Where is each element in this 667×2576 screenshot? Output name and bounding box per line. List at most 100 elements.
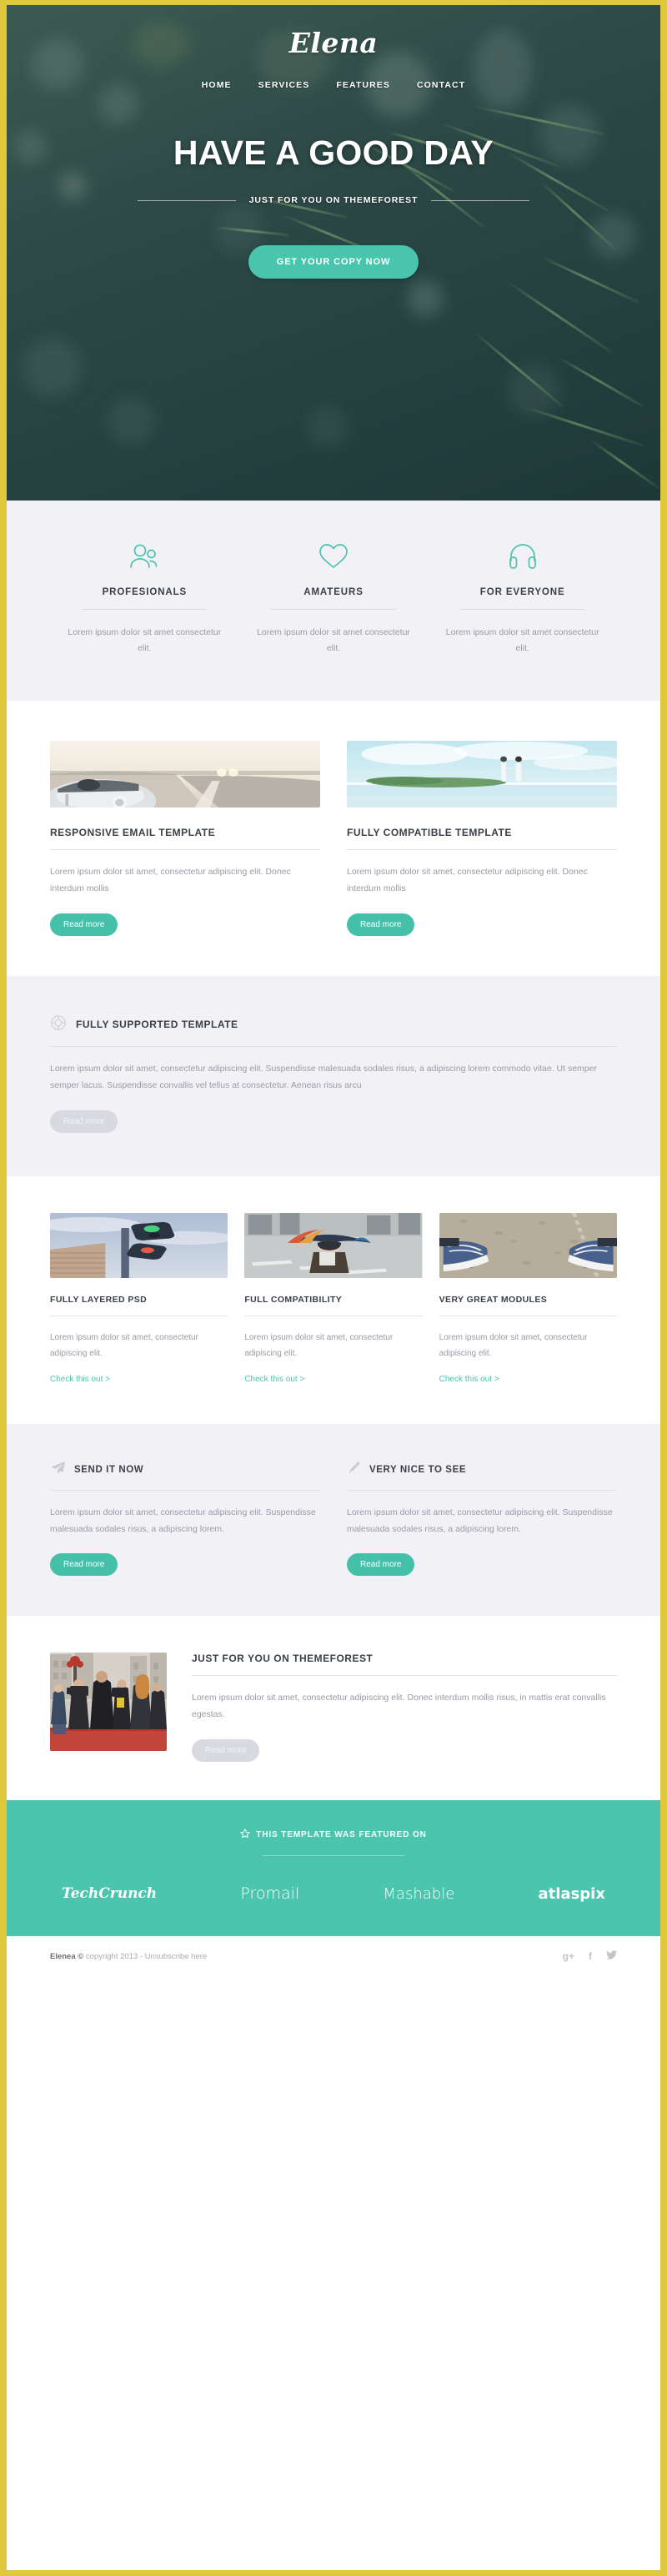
classic-car-on-road-photo	[50, 740, 320, 808]
email-template-page: Elena HOME SERVICES FEATURES CONTACT HAV…	[0, 0, 667, 2576]
feature-column-amateurs: AMATEURS Lorem ipsum dolor sit amet cons…	[239, 537, 429, 657]
three-card-section: FULLY LAYERED PSD Lorem ipsum dolor sit …	[7, 1175, 660, 1424]
divider	[50, 848, 320, 850]
nav-item-home[interactable]: HOME	[202, 80, 232, 90]
card-responsive-email-template: RESPONSIVE EMAIL TEMPLATE Lorem ipsum do…	[50, 740, 320, 936]
fully-supported-section: FULLY SUPPORTED TEMPLATE Lorem ipsum dol…	[7, 975, 660, 1176]
divider	[50, 1489, 320, 1491]
read-more-button[interactable]: Read more	[347, 913, 415, 936]
logo-mashable: Mashable	[383, 1884, 455, 1903]
read-more-button[interactable]: Read more	[50, 1109, 118, 1133]
check-this-out-link[interactable]: Check this out >	[439, 1375, 499, 1384]
icon-two-column-section: SEND IT NOW Lorem ipsum dolor sit amet, …	[7, 1423, 660, 1617]
heart-icon	[249, 537, 419, 576]
feature-body: Lorem ipsum dolor sit amet consectetur e…	[257, 627, 410, 654]
hero-section: Elena HOME SERVICES FEATURES CONTACT HAV…	[7, 5, 660, 501]
band-body: Lorem ipsum dolor sit amet, consectetur …	[50, 1063, 597, 1090]
users-icon	[60, 537, 229, 576]
read-more-button[interactable]: Read more	[50, 1553, 118, 1577]
section-title: JUST FOR YOU ON THEMEFOREST	[192, 1653, 374, 1665]
facebook-icon[interactable]: f	[589, 1950, 592, 1962]
divider	[459, 609, 586, 610]
subtitle-rule-right	[431, 199, 530, 201]
section-body: Lorem ipsum dolor sit amet, consectetur …	[192, 1693, 606, 1720]
card-fully-layered-psd: FULLY LAYERED PSD Lorem ipsum dolor sit …	[50, 1212, 228, 1386]
card-very-great-modules: VERY GREAT MODULES Lorem ipsum dolor sit…	[439, 1212, 617, 1386]
column-send-it-now: SEND IT NOW Lorem ipsum dolor sit amet, …	[50, 1461, 320, 1577]
feature-column-profesionals: PROFESIONALS Lorem ipsum dolor sit amet …	[50, 537, 239, 657]
column-title: SEND IT NOW	[74, 1464, 144, 1475]
card-body: Lorem ipsum dolor sit amet, consectetur …	[347, 866, 588, 893]
read-more-button[interactable]: Read more	[50, 913, 118, 936]
hero-title: HAVE A GOOD DAY	[173, 133, 494, 172]
logo-atlaspix: atlaspix	[538, 1884, 605, 1903]
sneakers-on-pavement-photo	[439, 1212, 617, 1278]
feature-title: PROFESIONALS	[102, 587, 188, 597]
read-more-button[interactable]: Read more	[347, 1553, 415, 1577]
card-title: FULLY LAYERED PSD	[50, 1294, 148, 1305]
check-this-out-link[interactable]: Check this out >	[50, 1375, 110, 1384]
page-footer: Elenea © copyright 2013 - Unsubscribe he…	[7, 1936, 660, 1977]
card-fully-compatible-template: FULLY COMPATIBLE TEMPLATE Lorem ipsum do…	[347, 740, 617, 936]
card-body: Lorem ipsum dolor sit amet, consectetur …	[244, 1332, 394, 1358]
red-carpet-photographers-photo	[50, 1653, 167, 1752]
nav-item-services[interactable]: SERVICES	[258, 80, 310, 90]
wide-image-section: JUST FOR YOU ON THEMEFOREST Lorem ipsum …	[7, 1616, 660, 1801]
google-plus-icon[interactable]: g+	[563, 1950, 574, 1962]
check-this-out-link[interactable]: Check this out >	[244, 1375, 304, 1384]
traffic-light-photo	[50, 1212, 228, 1278]
main-navigation: HOME SERVICES FEATURES CONTACT	[7, 80, 660, 90]
hero-subtitle-row: JUST FOR YOU ON THEMEFOREST	[7, 195, 660, 205]
featured-on-section: THIS TEMPLATE WAS FEATURED ON TechCrunch…	[7, 1800, 660, 1937]
card-title: RESPONSIVE EMAIL TEMPLATE	[50, 826, 216, 838]
nav-item-features[interactable]: FEATURES	[336, 80, 390, 90]
twitter-icon[interactable]	[606, 1950, 617, 1962]
feature-title: FOR EVERYONE	[479, 587, 565, 597]
divider	[347, 1489, 617, 1491]
paper-plane-icon	[50, 1461, 66, 1479]
features-section: PROFESIONALS Lorem ipsum dolor sit amet …	[7, 501, 660, 701]
divider	[82, 609, 208, 610]
column-body: Lorem ipsum dolor sit amet, consectetur …	[50, 1507, 316, 1534]
get-your-copy-button[interactable]: GET YOUR COPY NOW	[248, 245, 419, 279]
two-card-section: RESPONSIVE EMAIL TEMPLATE Lorem ipsum do…	[7, 700, 660, 976]
card-body: Lorem ipsum dolor sit amet, consectetur …	[50, 866, 291, 893]
divider	[347, 848, 617, 850]
feature-title: AMATEURS	[303, 587, 364, 597]
social-links: g+ f	[563, 1950, 617, 1962]
column-body: Lorem ipsum dolor sit amet, consectetur …	[347, 1507, 613, 1534]
divider	[192, 1675, 617, 1677]
card-title: FULL COMPATIBILITY	[244, 1294, 343, 1305]
footer-copyright-text: copyright 2013 - Unsubscribe here	[83, 1951, 208, 1961]
column-title: VERY NICE TO SEE	[369, 1464, 467, 1475]
logo-techcrunch: TechCrunch	[62, 1885, 158, 1903]
card-full-compatibility: FULL COMPATIBILITY Lorem ipsum dolor sit…	[244, 1212, 423, 1386]
card-body: Lorem ipsum dolor sit amet, consectetur …	[50, 1332, 198, 1358]
feature-body: Lorem ipsum dolor sit amet consectetur e…	[445, 627, 599, 654]
featured-logos: TechCrunch Promail Mashable atlaspix	[50, 1884, 617, 1903]
pencil-icon	[347, 1461, 361, 1479]
star-icon	[240, 1829, 250, 1841]
featured-heading: THIS TEMPLATE WAS FEATURED ON	[256, 1830, 427, 1840]
card-title: FULLY COMPATIBLE TEMPLATE	[347, 826, 512, 838]
divider	[263, 1855, 404, 1857]
brand-logo: Elena	[288, 27, 379, 59]
subtitle-rule-left	[137, 199, 236, 201]
feature-body: Lorem ipsum dolor sit amet consectetur e…	[68, 627, 222, 654]
column-very-nice-to-see: VERY NICE TO SEE Lorem ipsum dolor sit a…	[347, 1461, 617, 1577]
read-more-button[interactable]: Read more	[192, 1739, 260, 1763]
logo-promail: Promail	[240, 1884, 300, 1904]
footer-copyright: Elenea © copyright 2013 - Unsubscribe he…	[50, 1952, 207, 1961]
band-title: FULLY SUPPORTED TEMPLATE	[76, 1019, 238, 1031]
nav-item-contact[interactable]: CONTACT	[417, 80, 465, 90]
hero-subtitle: JUST FOR YOU ON THEMEFOREST	[248, 195, 419, 205]
couple-on-beach-photo	[347, 740, 617, 808]
divider	[50, 1045, 617, 1047]
feature-column-for-everyone: FOR EVERYONE Lorem ipsum dolor sit amet …	[428, 537, 617, 657]
headphones-icon	[438, 537, 607, 576]
footer-brand: Elenea ©	[50, 1951, 84, 1961]
divider	[270, 609, 397, 610]
card-title: VERY GREAT MODULES	[439, 1294, 548, 1305]
woman-with-umbrella-photo	[244, 1212, 423, 1278]
card-body: Lorem ipsum dolor sit amet, consectetur …	[439, 1332, 588, 1358]
